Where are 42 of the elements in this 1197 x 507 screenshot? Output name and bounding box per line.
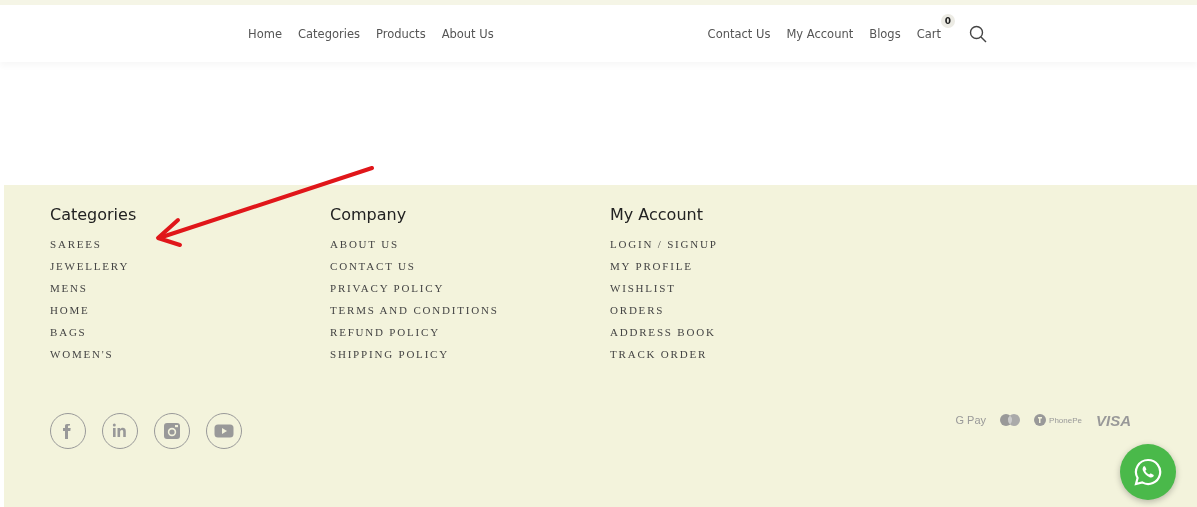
footer-link[interactable]: WISHLIST: [610, 277, 676, 299]
nav-link[interactable]: About Us: [441, 26, 494, 41]
nav-link[interactable]: Contact Us: [707, 26, 771, 41]
payment-logo: G Pay: [955, 414, 987, 426]
footer-link[interactable]: PRIVACY POLICY: [330, 277, 445, 299]
footer-link[interactable]: WOMEN'S: [50, 343, 114, 365]
column-heading: My Account: [610, 205, 704, 224]
footer-link[interactable]: BAGS: [50, 321, 87, 343]
search-icon[interactable]: [969, 24, 987, 43]
nav-link[interactable]: Home: [248, 26, 282, 41]
nav-link[interactable]: Products: [375, 26, 426, 41]
footer-link[interactable]: ADDRESS BOOK: [610, 321, 716, 343]
footer-link[interactable]: TRACK ORDER: [610, 343, 708, 365]
whatsapp-icon: [1133, 457, 1163, 487]
facebook-icon[interactable]: [50, 413, 86, 449]
footer-link[interactable]: MY PROFILE: [610, 255, 693, 277]
cart-count: 0: [941, 13, 955, 28]
footer-link[interactable]: HOME: [50, 299, 90, 321]
youtube-icon[interactable]: [206, 413, 242, 449]
column-heading: Categories: [50, 205, 138, 224]
footer-link[interactable]: CONTACT US: [330, 255, 416, 277]
nav-link[interactable]: Categories: [297, 26, 360, 41]
footer-link[interactable]: MENS: [50, 277, 88, 299]
nav-link[interactable]: My Account: [786, 26, 854, 41]
footer-link[interactable]: REFUND POLICY: [330, 321, 440, 343]
column-heading: Company: [330, 205, 408, 224]
footer-link[interactable]: JEWELLERY: [50, 255, 130, 277]
card-logo-icon: [1000, 414, 1021, 426]
footer-link[interactable]: ORDERS: [610, 299, 665, 321]
nav-link[interactable]: Cart: [916, 26, 941, 41]
nav-link[interactable]: Blogs: [869, 26, 901, 41]
footer-link[interactable]: ABOUT US: [330, 233, 399, 255]
footer-link[interactable]: SHIPPING POLICY: [330, 343, 449, 365]
instagram-icon[interactable]: [154, 413, 190, 449]
payment-logo: PhonePe: [1049, 415, 1082, 425]
footer-link[interactable]: TERMS AND CONDITIONS: [330, 299, 499, 321]
linkedin-icon[interactable]: [102, 413, 138, 449]
whatsapp-button[interactable]: [1120, 444, 1176, 500]
footer-link[interactable]: SAREES: [50, 233, 102, 255]
phone-pay-icon: [1034, 414, 1047, 426]
footer-link[interactable]: LOGIN / SIGNUP: [610, 233, 718, 255]
payment-logo: VISA: [1096, 411, 1131, 429]
